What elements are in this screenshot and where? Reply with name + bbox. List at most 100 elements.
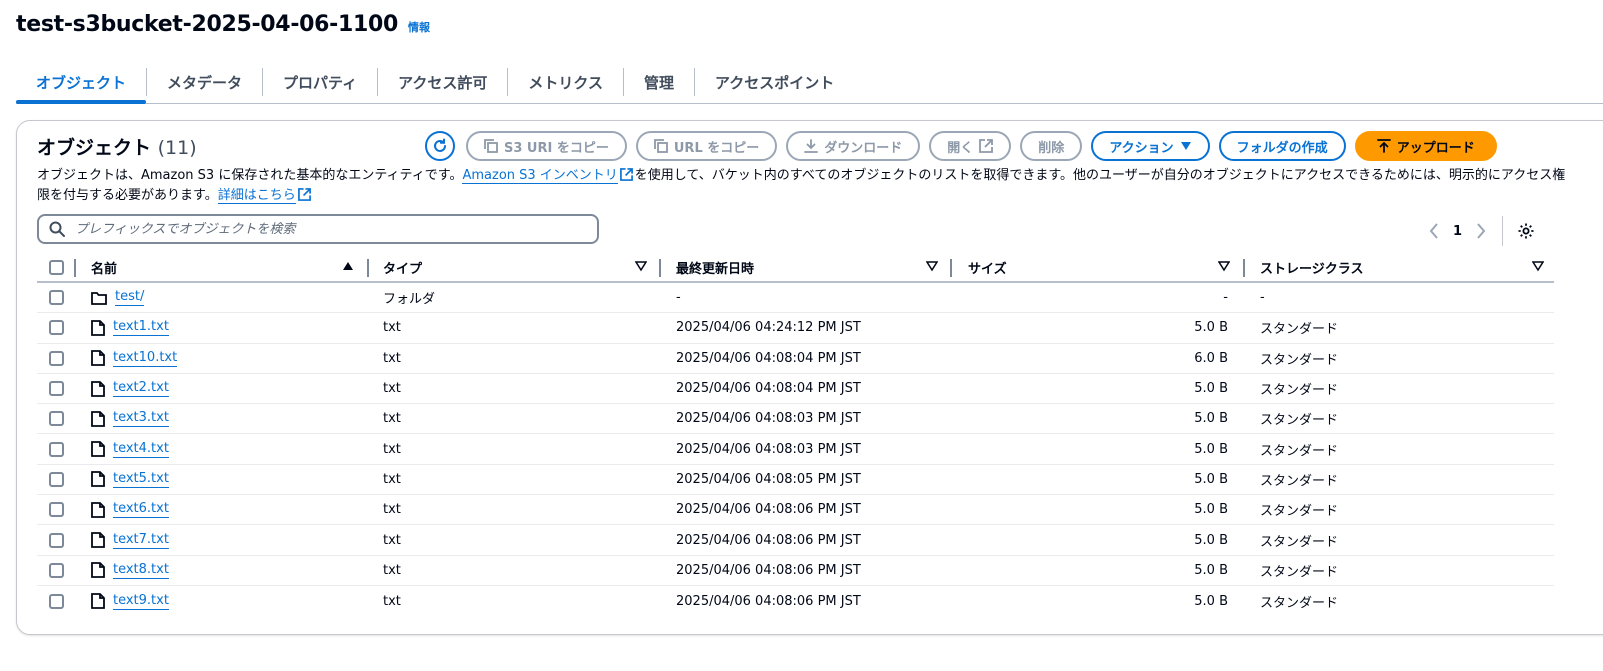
table-row[interactable]: text1.txt txt 2025/04/06 04:24:12 PM JST 5.… xyxy=(37,313,1554,344)
tab-access-points[interactable]: アクセスポイント xyxy=(695,62,854,102)
download-label: ダウンロード xyxy=(824,140,903,156)
create-folder-label: フォルダの作成 xyxy=(1236,140,1328,156)
sort-icon[interactable] xyxy=(635,260,647,272)
sort-icon[interactable] xyxy=(926,260,938,272)
name-cell: text1.txt xyxy=(91,319,169,337)
refresh-button[interactable] xyxy=(425,131,455,161)
object-name-link[interactable]: text6.txt xyxy=(113,501,169,519)
table-row[interactable]: text9.txt txt 2025/04/06 04:08:06 PM JST 5.… xyxy=(37,586,1554,616)
search-input[interactable] xyxy=(75,221,555,237)
bucket-tabs: オブジェクト メタデータ プロパティ アクセス許可 メトリクス 管理 アクセスポ… xyxy=(16,62,1603,104)
table-row[interactable]: text6.txt txt 2025/04/06 04:08:06 PM JST 5.… xyxy=(37,495,1554,526)
object-name-link[interactable]: text8.txt xyxy=(113,562,169,579)
search-field[interactable] xyxy=(37,214,599,244)
create-folder-button[interactable]: フォルダの作成 xyxy=(1218,131,1346,161)
column-header-size[interactable]: サイズ xyxy=(968,258,1007,277)
copy-url-button[interactable]: URL をコピー xyxy=(635,131,778,161)
tab-properties[interactable]: プロパティ xyxy=(263,62,377,102)
type-cell: txt xyxy=(383,350,401,366)
row-checkbox[interactable] xyxy=(49,593,64,609)
storage-class-cell: スタンダード xyxy=(1260,595,1339,611)
storage-class-cell: スタンダード xyxy=(1260,473,1339,489)
object-name-link[interactable]: text10.txt xyxy=(113,350,178,367)
last-modified-cell: 2025/04/06 04:08:04 PM JST xyxy=(676,350,861,366)
column-header-storage-class[interactable]: ストレージクラス xyxy=(1260,258,1363,277)
column-header-name[interactable]: 名前 xyxy=(91,258,117,277)
open-button[interactable]: 開く xyxy=(929,131,1012,161)
select-all-checkbox[interactable] xyxy=(49,259,64,275)
last-modified-cell: 2025/04/06 04:08:05 PM JST xyxy=(676,471,861,487)
download-button[interactable]: ダウンロード xyxy=(786,131,921,161)
storage-class-cell: - xyxy=(1260,290,1265,306)
row-checkbox[interactable] xyxy=(49,350,64,366)
chevron-right-icon[interactable] xyxy=(1476,223,1486,239)
sort-icon[interactable] xyxy=(1532,260,1544,272)
last-modified-cell: 2025/04/06 04:08:06 PM JST xyxy=(676,502,861,518)
last-modified-cell: 2025/04/06 04:08:03 PM JST xyxy=(676,441,861,457)
object-name-link[interactable]: text1.txt xyxy=(113,319,169,337)
row-checkbox[interactable] xyxy=(49,411,64,427)
row-checkbox[interactable] xyxy=(49,320,64,336)
column-divider[interactable] xyxy=(367,259,369,277)
actions-dropdown[interactable]: アクション xyxy=(1091,131,1210,161)
inventory-link[interactable]: Amazon S3 インベントリ xyxy=(462,168,618,184)
row-checkbox[interactable] xyxy=(49,502,64,518)
file-icon xyxy=(91,593,105,610)
row-checkbox[interactable] xyxy=(49,562,64,578)
delete-button[interactable]: 削除 xyxy=(1020,131,1083,161)
details-link[interactable]: 詳細はこちら xyxy=(217,188,296,204)
column-divider[interactable] xyxy=(74,259,76,277)
object-name-link[interactable]: text5.txt xyxy=(113,471,169,488)
caret-down-icon xyxy=(1180,142,1191,150)
upload-button[interactable]: アップロード xyxy=(1354,131,1497,161)
file-icon xyxy=(91,410,105,427)
external-link-icon xyxy=(979,139,994,153)
tab-permissions[interactable]: アクセス許可 xyxy=(378,62,507,102)
object-name-link[interactable]: text9.txt xyxy=(113,593,169,610)
type-cell: txt xyxy=(383,502,401,518)
page-number[interactable]: 1 xyxy=(1453,224,1462,239)
row-checkbox[interactable] xyxy=(49,471,64,487)
table-row[interactable]: test/フォルダ - - - xyxy=(37,283,1554,314)
sort-ascending-icon[interactable] xyxy=(342,260,354,272)
chevron-left-icon[interactable] xyxy=(1429,223,1439,239)
object-name-link[interactable]: text7.txt xyxy=(113,532,169,549)
name-cell: text3.txt xyxy=(91,410,169,428)
tab-objects[interactable]: オブジェクト xyxy=(16,62,147,104)
size-cell: 5.0 B xyxy=(1194,441,1228,457)
tab-management[interactable]: 管理 xyxy=(624,62,694,102)
name-cell: text10.txt xyxy=(91,350,178,367)
object-name-link[interactable]: test/ xyxy=(115,289,145,307)
settings-gear-icon[interactable] xyxy=(1517,222,1535,240)
row-checkbox[interactable] xyxy=(49,532,64,548)
panel-title: オブジェクト (11) xyxy=(37,133,197,160)
info-link[interactable]: 情報 xyxy=(408,19,430,35)
panel-title-text: オブジェクト xyxy=(37,137,152,159)
column-divider[interactable] xyxy=(950,259,952,277)
sort-icon[interactable] xyxy=(1218,260,1230,272)
table-row[interactable]: text4.txt txt 2025/04/06 04:08:03 PM JST 5.… xyxy=(37,434,1554,465)
panel-description: オブジェクトは、Amazon S3 に保存された基本的なエンティティです。Ama… xyxy=(37,166,1567,206)
object-name-link[interactable]: text3.txt xyxy=(113,410,169,428)
column-header-last-modified[interactable]: 最終更新日時 xyxy=(676,258,754,277)
row-checkbox[interactable] xyxy=(49,381,64,397)
column-header-type[interactable]: タイプ xyxy=(383,258,422,277)
object-name-link[interactable]: text4.txt xyxy=(113,441,169,458)
file-icon xyxy=(91,380,105,397)
table-row[interactable]: text5.txt txt 2025/04/06 04:08:05 PM JST 5.… xyxy=(37,465,1554,496)
tab-metadata[interactable]: メタデータ xyxy=(147,62,262,102)
copy-s3-uri-button[interactable]: S3 URI をコピー xyxy=(466,131,627,161)
table-header: 名前 タイプ 最終更新日時 サイズ ストレージクラス xyxy=(37,253,1554,283)
object-name-link[interactable]: text2.txt xyxy=(113,380,169,398)
type-cell: txt xyxy=(383,471,401,487)
row-checkbox[interactable] xyxy=(49,441,64,457)
table-row[interactable]: text10.txt txt 2025/04/06 04:08:04 PM JST 6… xyxy=(37,344,1554,374)
table-row[interactable]: text2.txt txt 2025/04/06 04:08:04 PM JST 5.… xyxy=(37,374,1554,405)
column-divider[interactable] xyxy=(659,259,661,277)
row-checkbox[interactable] xyxy=(49,290,64,306)
table-row[interactable]: text3.txt txt 2025/04/06 04:08:03 PM JST 5.… xyxy=(37,404,1554,435)
tab-metrics[interactable]: メトリクス xyxy=(508,62,623,102)
table-row[interactable]: text7.txt txt 2025/04/06 04:08:06 PM JST 5.… xyxy=(37,525,1554,556)
column-divider[interactable] xyxy=(1243,259,1245,277)
table-row[interactable]: text8.txt txt 2025/04/06 04:08:06 PM JST 5.… xyxy=(37,556,1554,586)
